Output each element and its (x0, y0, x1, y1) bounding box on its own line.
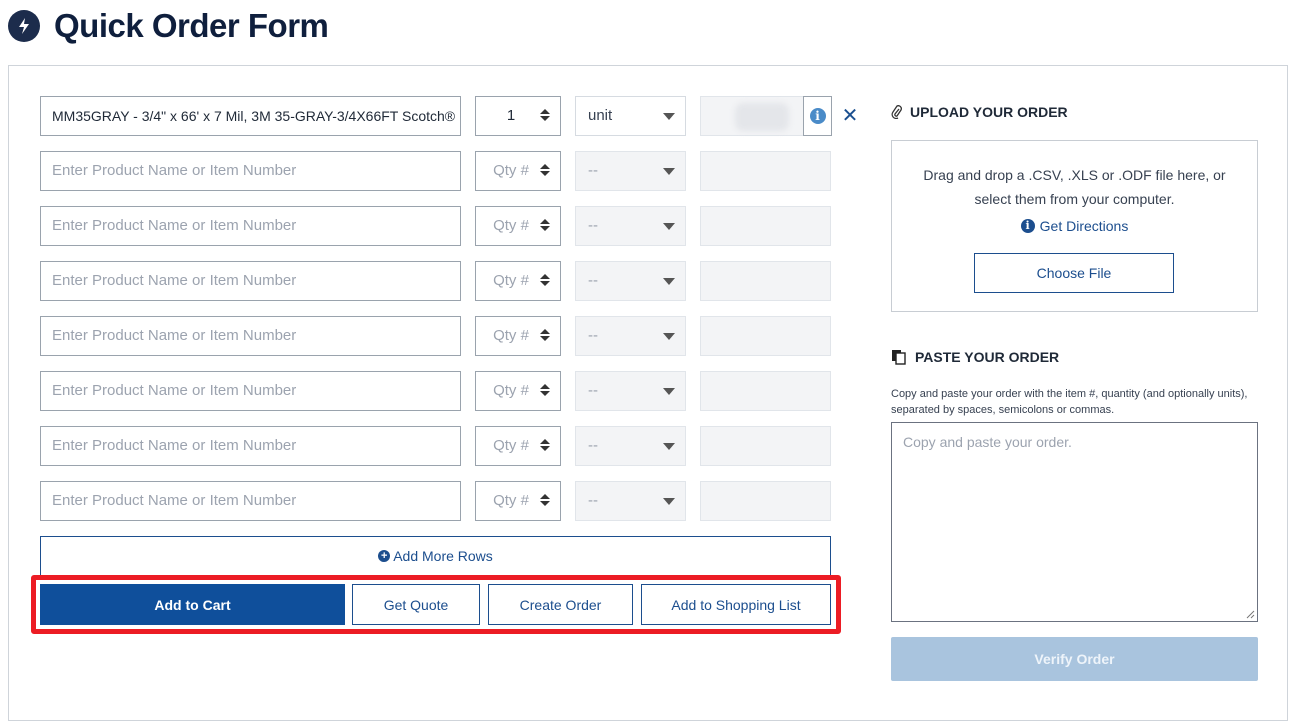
chevron-down-icon (663, 223, 675, 230)
price-field (700, 261, 831, 301)
spinner-arrows-icon[interactable] (540, 274, 550, 288)
unit-select: -- (575, 316, 686, 356)
product-input[interactable]: Enter Product Name or Item Number (40, 261, 461, 301)
spinner-arrows-icon[interactable] (540, 329, 550, 343)
upload-section-title: UPLOAD YOUR ORDER (891, 104, 1068, 120)
quantity-stepper[interactable]: 1 (475, 96, 561, 136)
chevron-down-icon (663, 168, 675, 175)
verify-order-button[interactable]: Verify Order (891, 637, 1258, 681)
product-input[interactable]: Enter Product Name or Item Number (40, 151, 461, 191)
product-input[interactable]: Enter Product Name or Item Number (40, 371, 461, 411)
paste-placeholder: Copy and paste your order. (903, 434, 1072, 450)
quantity-stepper[interactable]: Qty # (475, 316, 561, 356)
price-field (700, 481, 831, 521)
spinner-arrows-icon[interactable] (540, 219, 550, 233)
get-directions-link[interactable]: i Get Directions (892, 218, 1257, 234)
page-header: Quick Order Form (8, 6, 329, 46)
page-title: Quick Order Form (54, 7, 329, 44)
quantity-stepper[interactable]: Qty # (475, 426, 561, 466)
get-directions-label: Get Directions (1039, 218, 1129, 234)
resize-handle-icon[interactable] (1245, 609, 1255, 619)
unit-value: -- (588, 217, 598, 234)
spinner-arrows-icon[interactable] (540, 164, 550, 178)
product-input[interactable]: Enter Product Name or Item Number (40, 316, 461, 356)
info-icon: i (1020, 219, 1035, 233)
create-order-button[interactable]: Create Order (488, 584, 633, 625)
documents-icon (892, 350, 906, 365)
quantity-value: Qty # (493, 327, 529, 344)
add-to-shopping-list-button[interactable]: Add to Shopping List (641, 584, 831, 625)
price-field (700, 151, 831, 191)
add-more-rows-button[interactable]: + Add More Rows (40, 536, 831, 576)
chevron-down-icon (663, 443, 675, 450)
price-field (700, 426, 831, 466)
price-redacted (735, 103, 789, 131)
paste-title-text: PASTE YOUR ORDER (915, 349, 1060, 365)
unit-select: -- (575, 206, 686, 246)
unit-value: -- (588, 492, 598, 509)
chevron-down-icon (663, 113, 675, 120)
spinner-arrows-icon[interactable] (540, 384, 550, 398)
price-field (700, 316, 831, 356)
price-field (700, 371, 831, 411)
product-input[interactable]: Enter Product Name or Item Number (40, 206, 461, 246)
plus-circle-icon: + (378, 550, 391, 562)
chevron-down-icon (663, 498, 675, 505)
chevron-down-icon (663, 388, 675, 395)
info-icon: i (809, 108, 826, 124)
product-input[interactable]: Enter Product Name or Item Number (40, 426, 461, 466)
unit-value: -- (588, 437, 598, 454)
quantity-value: Qty # (493, 272, 529, 289)
quantity-stepper[interactable]: Qty # (475, 371, 561, 411)
quick-order-panel: MM35GRAY - 3/4" x 66' x 7 Mil, 3M 35-GRA… (8, 65, 1288, 721)
quantity-stepper[interactable]: Qty # (475, 261, 561, 301)
chevron-down-icon (663, 278, 675, 285)
quantity-stepper[interactable]: Qty # (475, 206, 561, 246)
unit-select: -- (575, 426, 686, 466)
quantity-value: Qty # (493, 217, 529, 234)
add-to-cart-button[interactable]: Add to Cart (40, 584, 345, 625)
paperclip-icon (891, 105, 902, 119)
info-button[interactable]: i (803, 96, 832, 136)
quantity-value: 1 (506, 107, 516, 124)
paste-order-textarea[interactable]: Copy and paste your order. (891, 422, 1258, 622)
quantity-value: Qty # (493, 382, 529, 399)
upload-title-text: UPLOAD YOUR ORDER (910, 104, 1068, 120)
unit-select: -- (575, 151, 686, 191)
unit-value: -- (588, 162, 598, 179)
file-drop-zone[interactable]: Drag and drop a .CSV, .XLS or .ODF file … (891, 140, 1258, 312)
spinner-arrows-icon[interactable] (540, 494, 550, 508)
choose-file-button[interactable]: Choose File (974, 253, 1174, 293)
spinner-arrows-icon[interactable] (540, 439, 550, 453)
get-quote-button[interactable]: Get Quote (352, 584, 480, 625)
add-more-rows-label: Add More Rows (393, 548, 493, 564)
quantity-stepper[interactable]: Qty # (475, 151, 561, 191)
unit-value: -- (588, 382, 598, 399)
drop-zone-text: Drag and drop a .CSV, .XLS or .ODF file … (923, 167, 1226, 207)
bolt-icon (8, 10, 40, 42)
chevron-down-icon (663, 333, 675, 340)
unit-value: -- (588, 327, 598, 344)
paste-help-text: Copy and paste your order with the item … (891, 388, 1248, 416)
quantity-stepper[interactable]: Qty # (475, 481, 561, 521)
product-input[interactable]: Enter Product Name or Item Number (40, 481, 461, 521)
paste-section-title: PASTE YOUR ORDER (891, 349, 1059, 365)
unit-select[interactable]: unit (575, 96, 686, 136)
price-field (700, 206, 831, 246)
spinner-arrows-icon[interactable] (540, 109, 550, 123)
unit-value: unit (588, 107, 613, 124)
close-icon[interactable]: ✕ (840, 105, 860, 127)
quantity-value: Qty # (493, 492, 529, 509)
unit-select: -- (575, 261, 686, 301)
price-field: i (700, 96, 832, 136)
unit-select: -- (575, 481, 686, 521)
product-input[interactable]: MM35GRAY - 3/4" x 66' x 7 Mil, 3M 35-GRA… (40, 96, 461, 136)
quantity-value: Qty # (493, 162, 529, 179)
unit-select: -- (575, 371, 686, 411)
unit-value: -- (588, 272, 598, 289)
quantity-value: Qty # (493, 437, 529, 454)
